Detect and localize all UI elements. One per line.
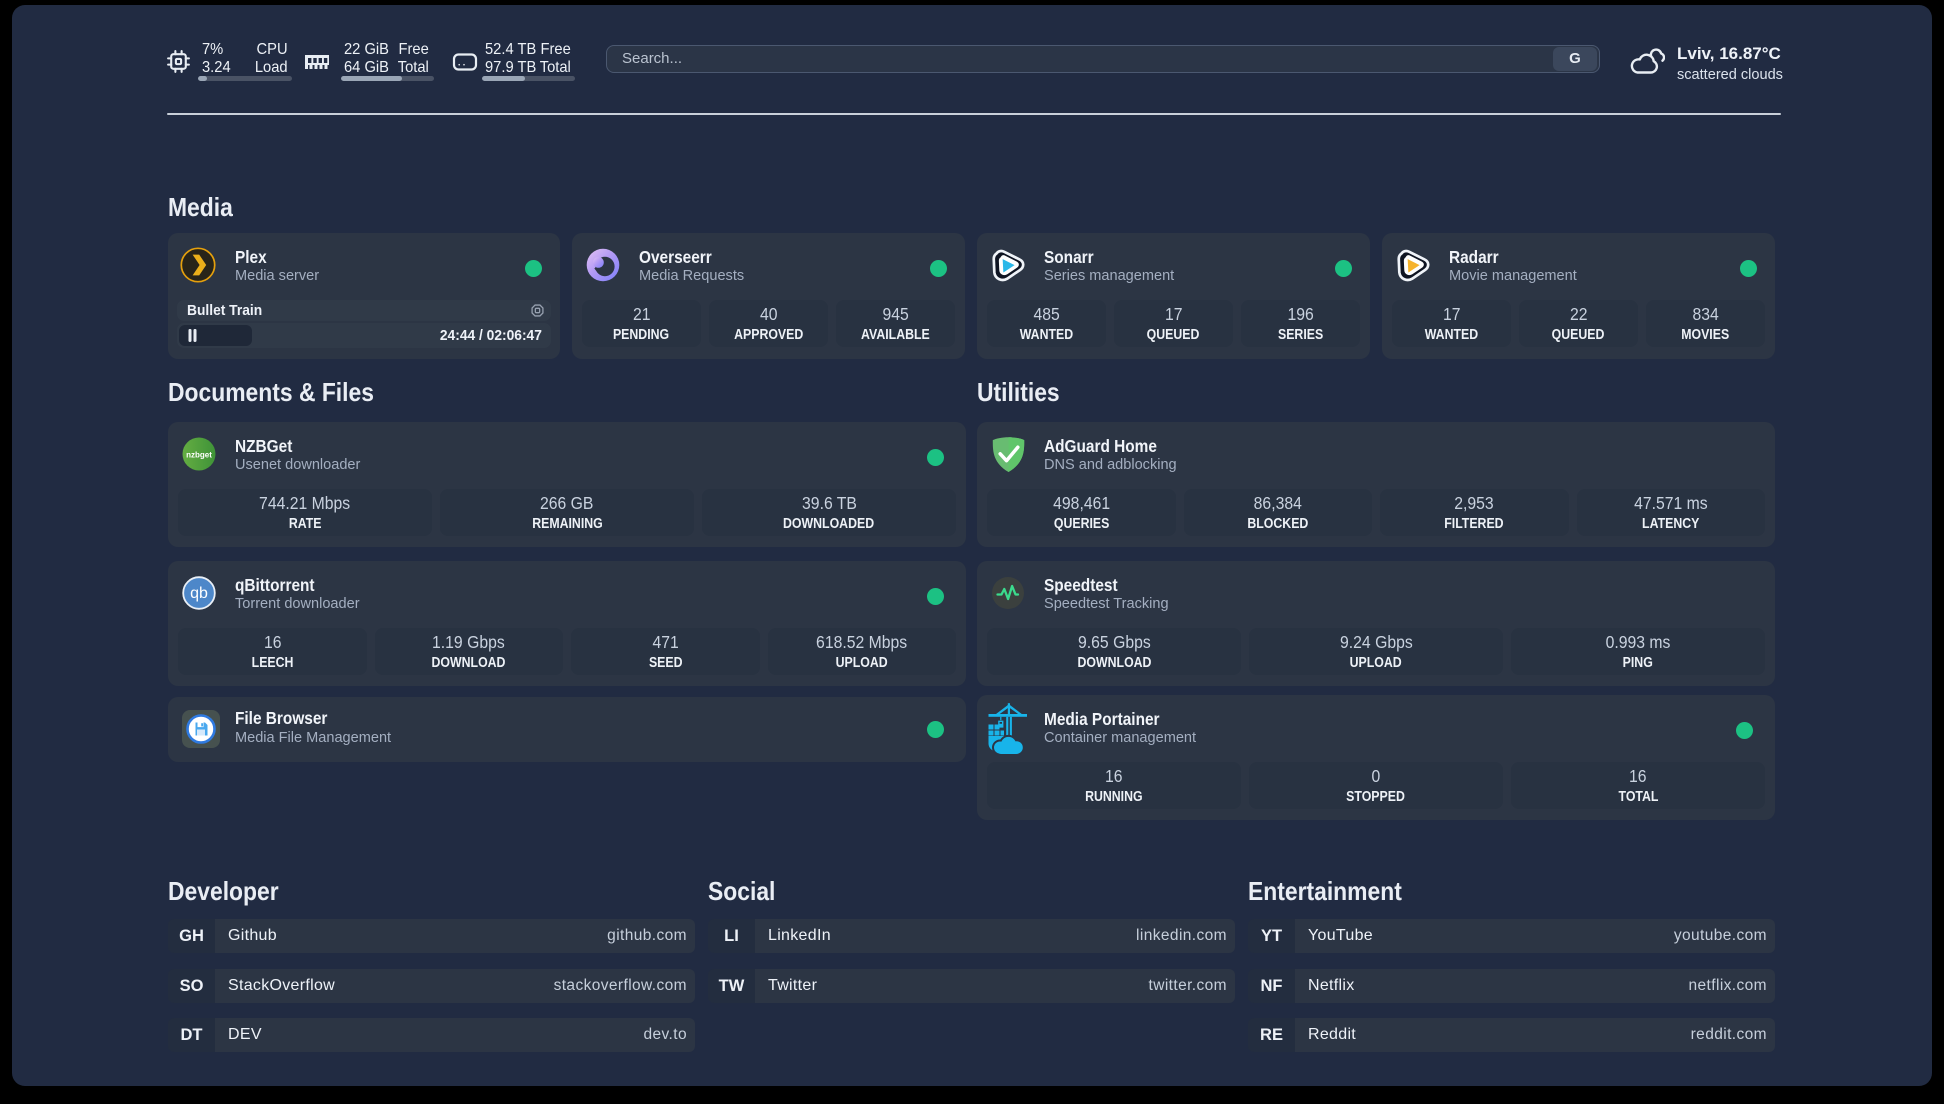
svg-text:qb: qb [190, 585, 208, 602]
svg-text:nzbget: nzbget [186, 451, 212, 460]
